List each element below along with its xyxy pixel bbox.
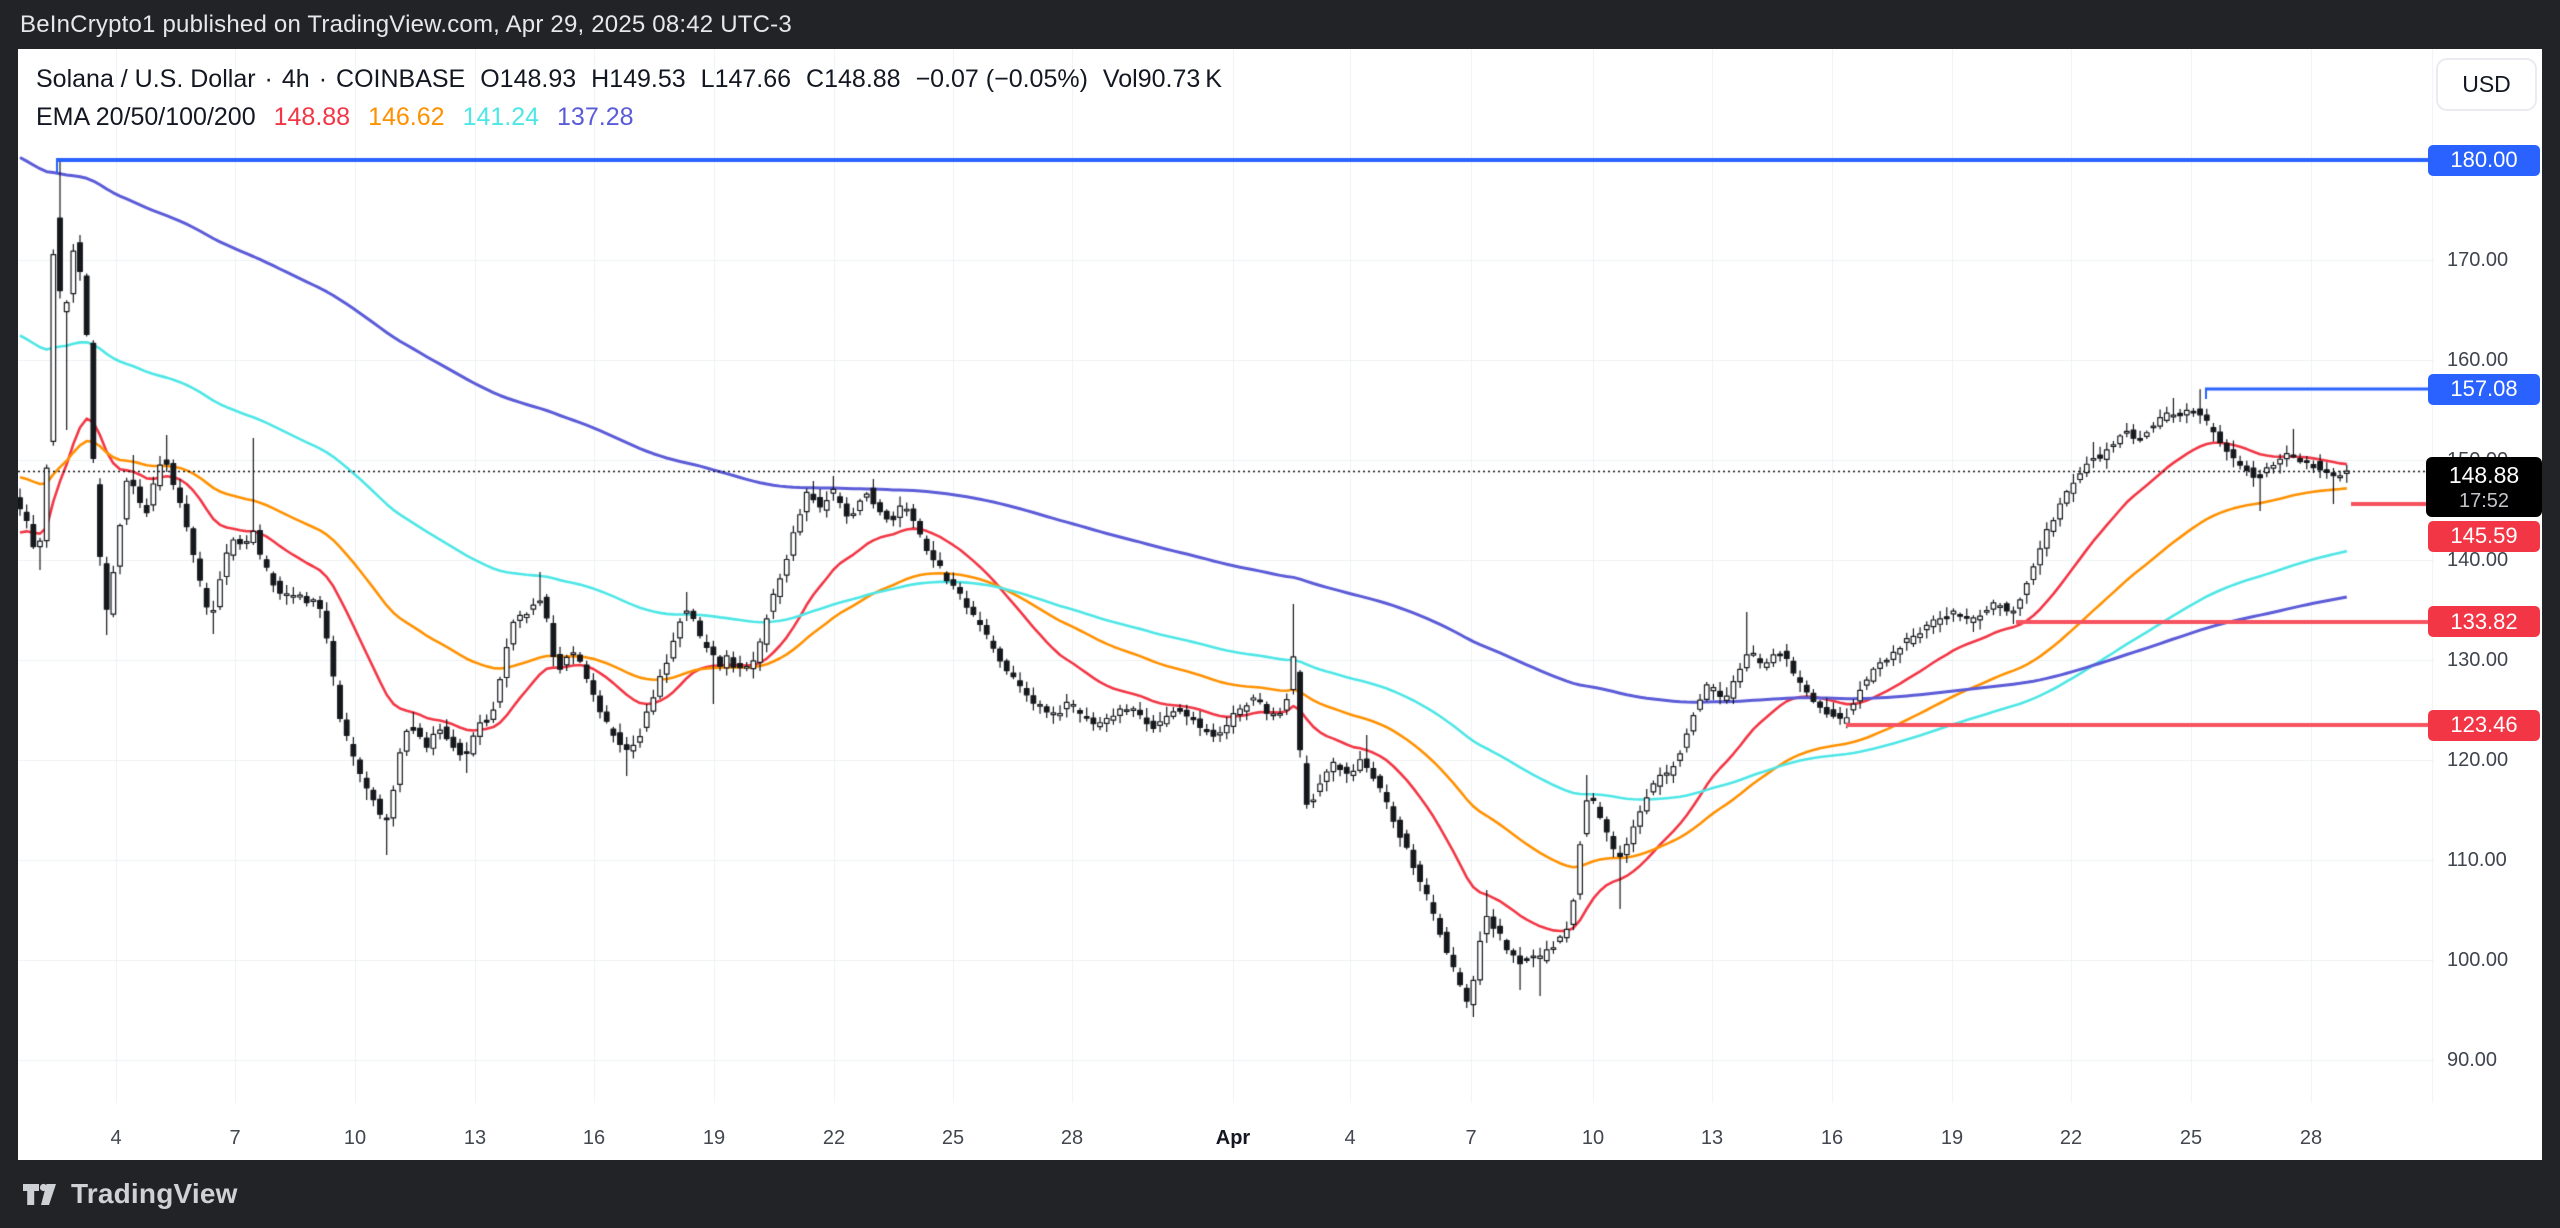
x-axis-label: 10 <box>1558 1125 1628 1151</box>
x-axis-label: 19 <box>1917 1125 1987 1151</box>
currency-toggle-button[interactable]: USD <box>2436 58 2537 111</box>
x-axis-label: 28 <box>1037 1125 1107 1151</box>
x-axis-label: 7 <box>1436 1125 1506 1151</box>
interval-label: 4h <box>282 65 310 94</box>
ohlc-high: H149.53 <box>591 65 686 94</box>
exchange-label: COINBASE <box>336 65 465 94</box>
ema100-value: 141.24 <box>463 103 539 132</box>
footer-bar: TradingView <box>0 1160 2560 1228</box>
y-axis-label: 90.00 <box>2447 1047 2497 1073</box>
ema200-value: 137.28 <box>557 103 633 132</box>
ema50-value: 146.62 <box>368 103 444 132</box>
y-axis-label: 160.00 <box>2447 347 2508 373</box>
volume: Vol90.73 K <box>1103 65 1222 94</box>
attribution-bar: BeInCrypto1 published on TradingView.com… <box>0 0 2560 49</box>
y-axis-label: 100.00 <box>2447 947 2508 973</box>
y-axis-label: 110.00 <box>2447 847 2507 873</box>
separator-dot: · <box>319 65 327 94</box>
y-axis-label: 170.00 <box>2447 247 2508 273</box>
current-price-value: 148.88 <box>2449 462 2519 489</box>
level-badge-180.00: 180.00 <box>2428 145 2540 176</box>
ohlc-open: O148.93 <box>480 65 576 94</box>
x-axis-label: 7 <box>200 1125 270 1151</box>
y-axis-label: 120.00 <box>2447 747 2508 773</box>
ohlc-close: C148.88 <box>806 65 901 94</box>
x-axis-label-month: Apr <box>1198 1125 1268 1151</box>
attribution-text: BeInCrypto1 published on TradingView.com… <box>20 11 792 39</box>
x-axis-label: 22 <box>2036 1125 2106 1151</box>
chart-panel: Solana / U.S. Dollar · 4h · COINBASE O14… <box>18 49 2542 1160</box>
price-chart-canvas[interactable] <box>18 49 2542 1160</box>
x-axis-label: 28 <box>2276 1125 2346 1151</box>
price-axis[interactable]: 170.00160.00150.00140.00130.00120.00110.… <box>2432 49 2542 1103</box>
x-axis-label: 13 <box>440 1125 510 1151</box>
price-change: −0.07 (−0.05%) <box>916 65 1088 94</box>
ohlc-low: L147.66 <box>701 65 791 94</box>
x-axis-label: 16 <box>559 1125 629 1151</box>
x-axis-label: 10 <box>320 1125 390 1151</box>
x-axis-label: 25 <box>918 1125 988 1151</box>
symbol-name: Solana / U.S. Dollar <box>36 65 256 94</box>
y-axis-label: 130.00 <box>2447 647 2508 673</box>
x-axis-label: 22 <box>799 1125 869 1151</box>
indicator-legend: EMA 20/50/100/200 148.88 146.62 141.24 1… <box>36 103 634 132</box>
separator-dot: · <box>265 65 273 94</box>
current-price-badge: 148.8817:52 <box>2426 457 2542 517</box>
time-axis[interactable]: 4 7 10 13 16 19 22 25 28 Apr 4 7 10 13 16 19 22 25 28 <box>18 1103 2434 1160</box>
tradingview-wordmark[interactable]: TradingView <box>71 1178 238 1210</box>
tradingview-logo-icon[interactable] <box>22 1182 60 1207</box>
x-axis-label: 4 <box>81 1125 151 1151</box>
x-axis-label: 16 <box>1797 1125 1867 1151</box>
level-badge-145.59: 145.59 <box>2428 521 2540 552</box>
x-axis-label: 4 <box>1315 1125 1385 1151</box>
symbol-header: Solana / U.S. Dollar · 4h · COINBASE O14… <box>36 65 1222 94</box>
ema20-value: 148.88 <box>274 103 350 132</box>
level-badge-123.46: 123.46 <box>2428 710 2540 741</box>
symbol-info: Solana / U.S. Dollar · 4h · COINBASE <box>36 65 465 94</box>
ema-label: EMA 20/50/100/200 <box>36 103 256 132</box>
x-axis-label: 25 <box>2156 1125 2226 1151</box>
level-badge-133.82: 133.82 <box>2428 606 2540 637</box>
x-axis-label: 13 <box>1677 1125 1747 1151</box>
bar-countdown: 17:52 <box>2459 489 2509 513</box>
x-axis-label: 19 <box>679 1125 749 1151</box>
level-badge-157.08: 157.08 <box>2428 374 2540 405</box>
